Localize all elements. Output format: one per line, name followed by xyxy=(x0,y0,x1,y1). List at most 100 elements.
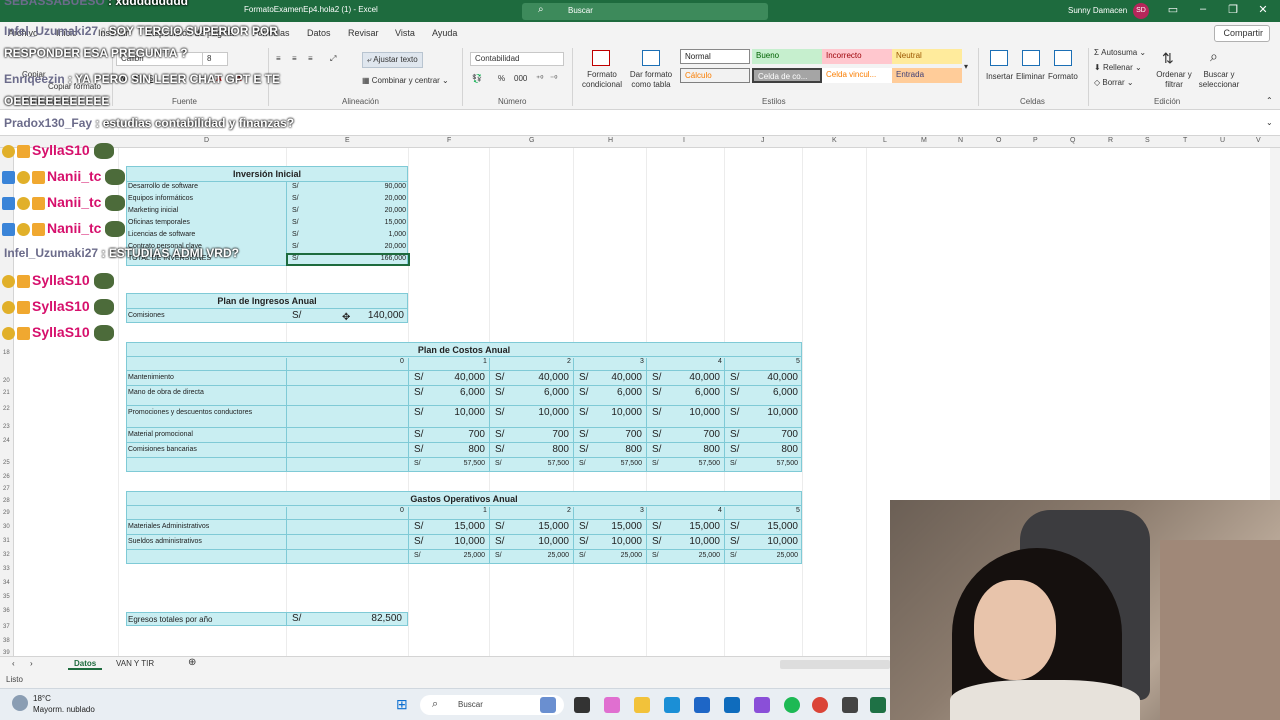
percent-icon[interactable]: % xyxy=(498,74,505,83)
col-header[interactable]: K xyxy=(832,137,837,144)
collapse-ribbon-icon[interactable]: ⌃ xyxy=(1266,96,1273,105)
tab-ayuda[interactable]: Ayuda xyxy=(432,28,457,38)
excel-icon[interactable] xyxy=(870,697,886,713)
row-label[interactable]: Material promocional xyxy=(128,431,193,438)
col-header[interactable]: H xyxy=(608,137,613,144)
year-value[interactable]: 10,000 xyxy=(666,536,720,547)
row-header[interactable]: 18 xyxy=(3,350,10,356)
col-header[interactable]: V xyxy=(1256,137,1261,144)
style-normal[interactable]: Normal xyxy=(680,49,750,64)
year-value[interactable]: 700 xyxy=(666,429,720,440)
col-header[interactable]: J xyxy=(761,137,765,144)
year-total[interactable]: 57,500 xyxy=(666,460,720,467)
year-value[interactable]: 40,000 xyxy=(509,372,569,383)
style-entrada[interactable]: Entrada xyxy=(892,68,962,83)
year-total[interactable]: 25,000 xyxy=(593,552,642,559)
row-header[interactable]: 24 xyxy=(3,438,10,444)
spotify-icon[interactable] xyxy=(784,697,800,713)
year-value[interactable]: 10,000 xyxy=(593,407,642,418)
title-search-box[interactable]: ⌕ Buscar xyxy=(522,3,768,20)
row-header[interactable]: 38 xyxy=(3,638,10,644)
comma-style-icon[interactable]: 000 xyxy=(514,74,527,83)
year-value[interactable]: 6,000 xyxy=(509,387,569,398)
inversion-label[interactable]: Licencias de software xyxy=(128,231,195,238)
prev-sheet-icon[interactable]: ‹ xyxy=(12,659,15,668)
year-value[interactable]: 10,000 xyxy=(744,407,798,418)
next-sheet-icon[interactable]: › xyxy=(30,659,33,668)
sheet-tab-van-tir[interactable]: VAN Y TIR xyxy=(116,659,154,668)
task-view-icon[interactable] xyxy=(574,697,590,713)
col-header[interactable]: E xyxy=(345,137,350,144)
autosum-button[interactable]: Σ Autosuma ⌄ xyxy=(1094,48,1146,57)
minimize-icon[interactable]: – xyxy=(1192,3,1214,15)
row-header[interactable]: 22 xyxy=(3,406,10,412)
col-header[interactable]: I xyxy=(683,137,685,144)
inversion-label[interactable]: Marketing inicial xyxy=(128,207,178,214)
row-label[interactable]: Promociones y descuentos conductores xyxy=(128,409,252,416)
row-header[interactable]: 30 xyxy=(3,524,10,530)
row-header[interactable]: 31 xyxy=(3,538,10,544)
style-bueno[interactable]: Bueno xyxy=(752,49,822,64)
year-value[interactable]: 40,000 xyxy=(428,372,485,383)
row-header[interactable]: 35 xyxy=(3,594,10,600)
row-header[interactable]: 33 xyxy=(3,566,10,572)
style-celda-comprobacion[interactable]: Celda de co... xyxy=(752,68,822,83)
year-value[interactable]: 6,000 xyxy=(744,387,798,398)
currency-format-icon[interactable]: 💱 xyxy=(472,74,482,83)
inversion-label[interactable]: Oficinas temporales xyxy=(128,219,190,226)
row-header[interactable]: 23 xyxy=(3,424,10,430)
col-header[interactable]: R xyxy=(1108,137,1113,144)
inversion-value[interactable]: 20,000 xyxy=(330,207,406,214)
selected-cell[interactable] xyxy=(286,253,410,266)
row-header[interactable]: 36 xyxy=(3,608,10,614)
format-as-table-button[interactable]: Dar formato como tabla xyxy=(628,70,674,90)
find-select-button[interactable]: Buscar y seleccionar xyxy=(1196,70,1242,90)
style-neutral[interactable]: Neutral xyxy=(892,49,962,64)
fill-button[interactable]: ⬇ Rellenar ⌄ xyxy=(1094,63,1142,72)
year-value[interactable]: 10,000 xyxy=(428,536,485,547)
year-value[interactable]: 700 xyxy=(744,429,798,440)
row-label[interactable]: Sueldos administrativos xyxy=(128,538,202,545)
year-total[interactable]: 57,500 xyxy=(509,460,569,467)
row-header[interactable]: 20 xyxy=(3,378,10,384)
year-value[interactable]: 800 xyxy=(428,444,485,455)
egresos-value[interactable]: 82,500 xyxy=(330,613,402,624)
row-header[interactable]: 29 xyxy=(3,510,10,516)
inversion-label[interactable]: Equipos informáticos xyxy=(128,195,193,202)
store-icon[interactable] xyxy=(694,697,710,713)
year-value[interactable]: 800 xyxy=(666,444,720,455)
file-explorer-icon[interactable] xyxy=(634,697,650,713)
maximize-icon[interactable]: ❐ xyxy=(1222,3,1244,16)
year-value[interactable]: 700 xyxy=(593,429,642,440)
inversion-value[interactable]: 20,000 xyxy=(330,195,406,202)
col-header[interactable]: F xyxy=(447,137,451,144)
year-value[interactable]: 15,000 xyxy=(593,521,642,532)
year-total[interactable]: 25,000 xyxy=(666,552,720,559)
sheet-tab-datos[interactable]: Datos xyxy=(68,659,103,670)
year-value[interactable]: 10,000 xyxy=(428,407,485,418)
app-icon[interactable] xyxy=(842,697,858,713)
row-header[interactable]: 26 xyxy=(3,474,10,480)
number-format-select[interactable]: Contabilidad xyxy=(470,52,564,66)
weather-icon[interactable] xyxy=(12,695,28,711)
year-total[interactable]: 57,500 xyxy=(428,460,485,467)
style-calculo[interactable]: Cálculo xyxy=(680,68,750,83)
col-header[interactable]: O xyxy=(996,137,1001,144)
year-value[interactable]: 800 xyxy=(593,444,642,455)
style-celda-vinculada[interactable]: Celda vincul... xyxy=(822,68,892,83)
year-value[interactable]: 800 xyxy=(744,444,798,455)
sort-filter-button[interactable]: Ordenar y filtrar xyxy=(1154,70,1194,90)
year-value[interactable]: 6,000 xyxy=(666,387,720,398)
row-label[interactable]: Mano de obra de directa xyxy=(128,389,204,396)
windows-start-icon[interactable]: ⊞ xyxy=(396,696,408,713)
ribbon-display-icon[interactable]: ▭ xyxy=(1162,3,1184,16)
year-value[interactable]: 6,000 xyxy=(593,387,642,398)
row-label[interactable]: Comisiones bancarias xyxy=(128,446,197,453)
year-value[interactable]: 700 xyxy=(428,429,485,440)
year-value[interactable]: 15,000 xyxy=(428,521,485,532)
inversion-value[interactable]: 20,000 xyxy=(330,243,406,250)
user-avatar[interactable]: SD xyxy=(1133,3,1149,19)
chrome-icon[interactable] xyxy=(812,697,828,713)
year-value[interactable]: 40,000 xyxy=(666,372,720,383)
row-header[interactable]: 28 xyxy=(3,498,10,504)
